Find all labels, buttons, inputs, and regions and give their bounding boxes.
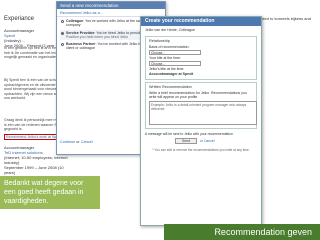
or-text-2: or — [200, 139, 204, 143]
relationship-section: Relationship Basis of recommendation: Ch… — [145, 36, 257, 80]
radio-business-partner[interactable] — [61, 43, 64, 47]
your-title-select[interactable]: Choose... — [149, 61, 201, 66]
experience-heading: Experiance — [4, 16, 35, 22]
slide: Experiance Accountmanager Spexit (Indust… — [0, 0, 320, 240]
option-service-provider-label: Service Provider — [66, 30, 95, 35]
slide-footer-title: Recommendation geven — [164, 224, 320, 240]
radio-colleague[interactable] — [61, 20, 64, 23]
written-description: Write a brief recommendation for Jelko. … — [149, 91, 247, 99]
recommendation-textarea[interactable]: Example: Jelko is a detail-oriented prog… — [149, 101, 257, 125]
message-notice: A message will be sent to Jelko with you… — [145, 132, 233, 136]
cancel-link-2[interactable]: Cancel — [204, 139, 215, 143]
edit-note: * You can edit or remove the recommendat… — [152, 148, 250, 152]
job2-detail: (Internet; 10-50 employees; Internet ind… — [4, 155, 68, 165]
send-row: Send or Cancel — [145, 138, 257, 145]
jelko-title-value: Accountmanager at Spexit — [149, 72, 194, 76]
basis-label: Basis of recommendation: — [149, 45, 190, 49]
written-title: Written Recommendation — [149, 85, 192, 89]
create-recommendation-dialog: Create your recommendation Jelko van der… — [140, 16, 262, 226]
relationship-title: Relationship — [149, 39, 170, 43]
your-title-label: Your title at the time: — [149, 56, 181, 60]
slide-page-number: 65 — [300, 232, 305, 237]
callout-note: Bedankt wat degene voor een goed heeft g… — [0, 176, 100, 209]
recommendee-line: Jelko van der Heide, Colleague — [145, 28, 195, 32]
radio-service-provider[interactable] — [61, 31, 64, 35]
job2-period: September 1999 – June 2008 (10 years) — [4, 165, 64, 175]
written-recommendation-section: Written Recommendation Write a brief rec… — [145, 82, 257, 129]
cancel-link[interactable]: Cancel — [81, 140, 93, 144]
jelko-title-label: Jelko's title at the time: — [149, 67, 185, 71]
send-dialog-footer: Continue or Cancel — [60, 140, 93, 144]
create-dialog-title: Create your recommendation — [141, 17, 261, 26]
basis-select[interactable]: Choose... — [149, 50, 201, 55]
send-button[interactable]: Send — [175, 138, 197, 144]
or-text: or — [76, 140, 80, 144]
cancel-group: or Cancel — [200, 139, 215, 143]
continue-button[interactable]: Continue — [60, 140, 75, 144]
send-dialog-title: Send a new recommendation — [57, 2, 165, 9]
